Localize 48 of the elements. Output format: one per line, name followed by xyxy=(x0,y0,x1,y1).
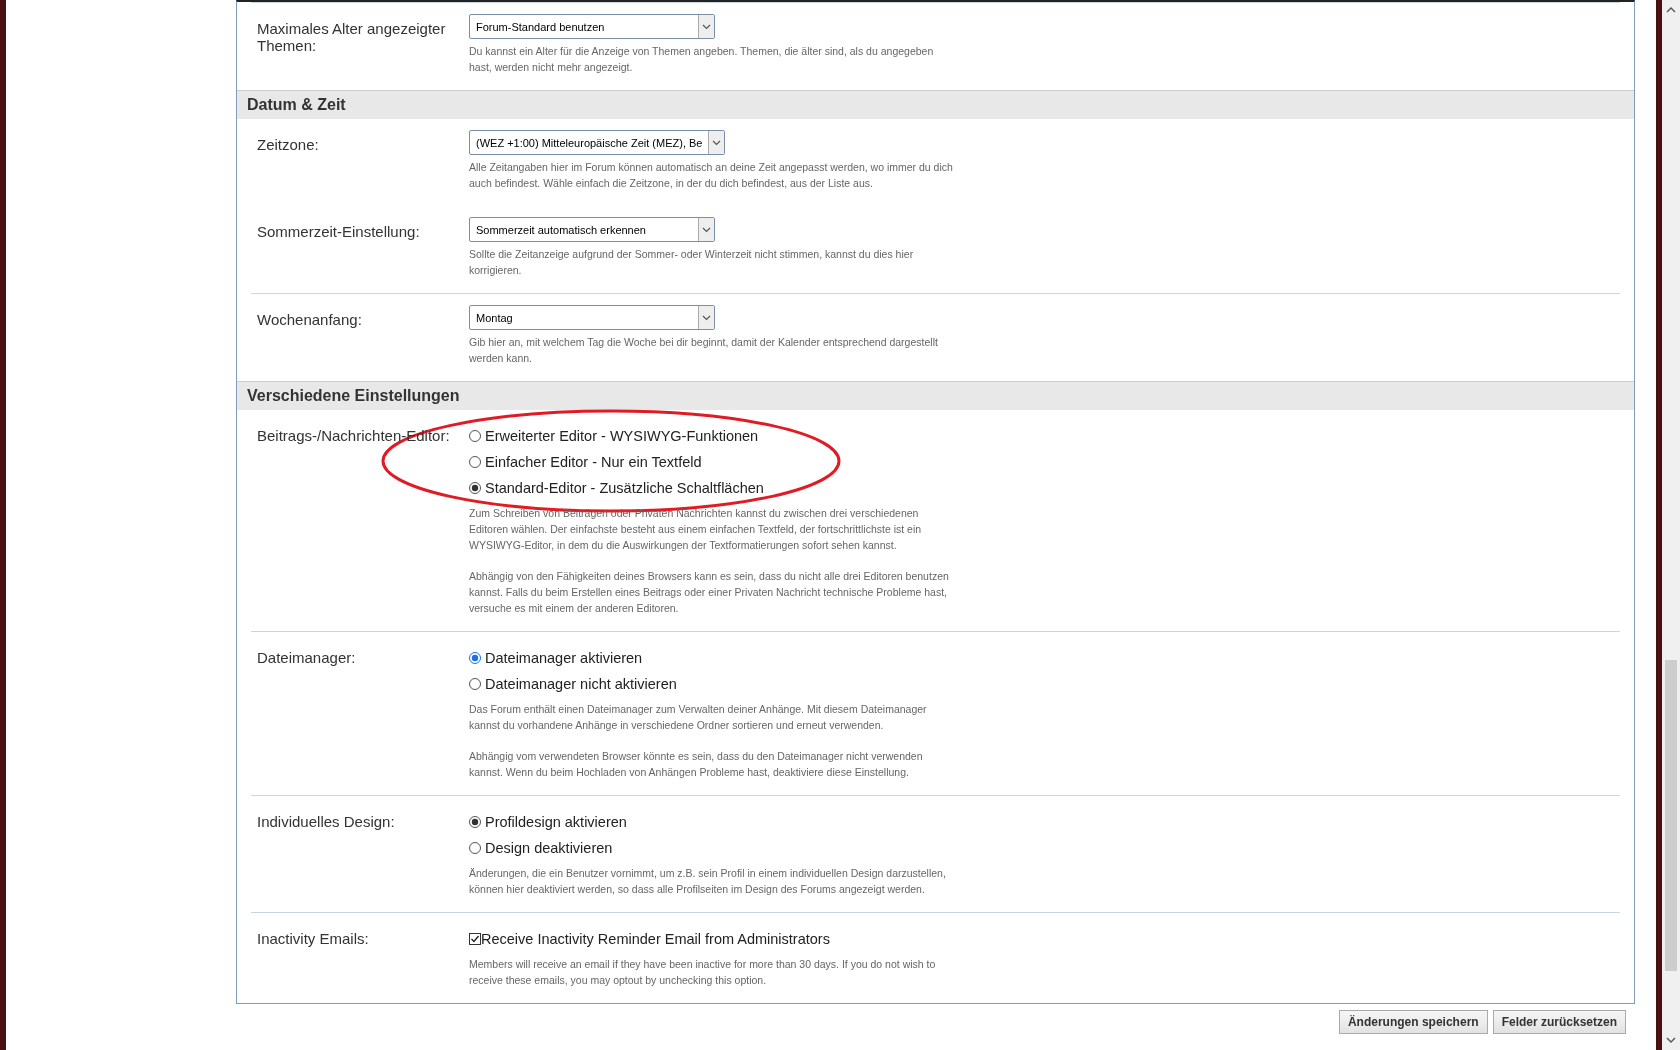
radio-button[interactable] xyxy=(469,430,481,442)
radio-option[interactable]: Dateimanager aktivieren xyxy=(469,645,1620,671)
checkbox[interactable] xyxy=(469,933,481,945)
chevron-down-icon xyxy=(702,314,711,321)
setting-label: Maximales Alter angezeigter Themen: xyxy=(257,19,447,56)
chevron-down-icon xyxy=(702,23,711,30)
radio-button[interactable] xyxy=(469,652,481,664)
radio-button[interactable] xyxy=(469,678,481,690)
reset-button[interactable]: Felder zurücksetzen xyxy=(1492,1010,1626,1034)
radio-button[interactable] xyxy=(469,482,481,494)
dropdown[interactable]: Montag xyxy=(469,305,715,330)
section-title: Verschiedene Einstellungen xyxy=(247,387,460,405)
help-text: Änderungen, die ein Benutzer vornimmt, um z.B. sein Profil in einem individuellen Design darzustellen, können hier deaktiviert werden, so dass alle Profilseiten im Design des Forums angezeigt werden. xyxy=(469,866,947,897)
save-button[interactable]: Änderungen speichern xyxy=(1338,1010,1488,1034)
help-text: Alle Zeitangaben hier im Forum können automatisch an deine Zeit angepasst werden, wo immer du dich auch befindest. Wähle einfach die Zeitzone, in der du dich befindest, aus der Liste aus. xyxy=(469,160,954,191)
radio-option[interactable]: Erweiterter Editor - WYSIWYG-Funktionen xyxy=(469,423,1620,449)
setting-label: Dateimanager: xyxy=(257,648,357,668)
help-text: Das Forum enthält einen Dateimanager zum Verwalten deiner Anhänge. Mit diesem Dateimanager kannst du vorhandene Anhänge in verschiedene Ordner sortieren und erneut verwenden. xyxy=(469,702,928,733)
setting-label: Sommerzeit-Einstellung: xyxy=(257,222,421,242)
help-text: Abhängig von den Fähigkeiten deines Browsers kann es sein, dass du nicht alle drei Editoren benutzen kannst. Falls du beim Erstellen eines Beitrags oder einer Privaten Nachricht technische Probleme hast, versuche es mit einem der anderen Editoren. xyxy=(469,569,950,616)
chevron-down-icon xyxy=(712,139,722,146)
radio-button[interactable] xyxy=(469,816,481,828)
scrollbar-thumb[interactable] xyxy=(1665,660,1677,971)
help-text: Sollte die Zeitanzeige aufgrund der Sommer- oder Winterzeit nicht stimmen, kannst du dies hier korrigieren. xyxy=(469,247,915,278)
help-text: Gib hier an, mit welchem Tag die Woche bei dir beginnt, damit der Kalender entsprechend dargestellt werden kann. xyxy=(469,335,939,366)
radio-option[interactable]: Dateimanager nicht aktivieren xyxy=(469,671,1620,697)
dropdown[interactable]: Sommerzeit automatisch erkennen xyxy=(469,217,715,242)
help-text: Abhängig vom verwendeten Browser könnte es sein, dass du den Dateimanager nicht verwenden kannst. Wenn du beim Hochladen von Anhängen Probleme hast, deaktiviere diese Einstellung. xyxy=(469,749,924,780)
setting-label: Inactivity Emails: xyxy=(257,929,370,949)
radio-option[interactable]: Design deaktivieren xyxy=(469,835,1620,861)
radio-option[interactable]: Einfacher Editor - Nur ein Textfeld xyxy=(469,449,1620,475)
setting-label: Wochenanfang: xyxy=(257,310,363,330)
radio-option[interactable]: Standard-Editor - Zusätzliche Schaltflächen xyxy=(469,475,1620,501)
setting-label: Zeitzone: xyxy=(257,135,320,155)
radio-button[interactable] xyxy=(469,456,481,468)
dropdown[interactable]: (WEZ +1:00) Mitteleuropäische Zeit (MEZ), Be xyxy=(469,130,726,155)
scroll-down-icon[interactable] xyxy=(1666,1036,1676,1044)
checkbox-option[interactable]: Receive Inactivity Reminder Email from Administrators xyxy=(469,926,1620,952)
help-text: Members will receive an email if they have been inactive for more than 30 days. If you do not wish to receive these emails, you may optout by unchecking this option. xyxy=(469,957,937,988)
setting-label: Individuelles Design: xyxy=(257,812,396,832)
section-title: Datum & Zeit xyxy=(247,96,346,114)
help-text: Du kannst ein Alter für die Anzeige von Themen angeben. Themen, die älter sind, als du angegeben hast, werden nicht mehr angezeigt. xyxy=(469,44,935,75)
scroll-up-icon[interactable] xyxy=(1666,6,1676,14)
dropdown[interactable]: Forum-Standard benutzen xyxy=(469,14,715,39)
scrollbar[interactable] xyxy=(1662,0,1680,1050)
radio-option[interactable]: Profildesign aktivieren xyxy=(469,809,1620,835)
chevron-down-icon xyxy=(702,226,711,233)
radio-button[interactable] xyxy=(469,842,481,854)
